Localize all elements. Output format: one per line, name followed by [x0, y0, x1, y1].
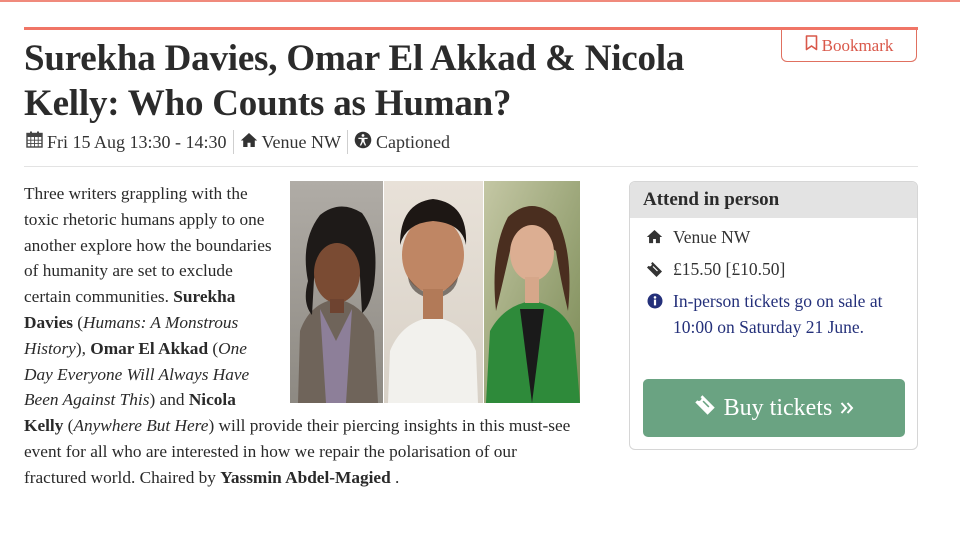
event-venue-text: Venue NW — [261, 131, 341, 152]
speaker-name: Omar El Akkad — [90, 338, 209, 358]
attend-heading: Attend in person — [630, 182, 917, 218]
ticket-icon — [646, 259, 663, 278]
event-title: Surekha Davies, Omar El Akkad & Nicola K… — [24, 38, 685, 124]
accessibility-icon — [354, 131, 372, 154]
home-icon — [240, 132, 258, 153]
bookmark-button[interactable]: Bookmark — [781, 30, 917, 62]
event-description: Three writers grappling with the toxic r… — [24, 181, 580, 491]
top-accent-line — [0, 0, 960, 2]
attend-panel: Attend in person Venue NW £15.50 [£10.50… — [629, 181, 918, 450]
bookmark-icon — [805, 35, 818, 56]
attend-price: £15.50 [£10.50] — [646, 259, 785, 280]
description-text: and — [159, 390, 185, 410]
event-meta: Fri 15 Aug 13:30 - 14:30 Venue NW Captio… — [26, 129, 456, 155]
attend-venue-text: Venue NW — [673, 227, 751, 247]
double-chevron-right-icon — [840, 395, 854, 422]
book-title: Anywhere But Here — [73, 416, 209, 436]
buy-tickets-label: Buy tickets — [723, 394, 833, 421]
sale-notice-text: In-person tickets go on sale at 10:00 on… — [673, 291, 883, 337]
event-date-text: Fri 15 Aug 13:30 - 14:30 — [47, 131, 227, 152]
home-icon — [646, 227, 663, 244]
attend-price-text: £15.50 [£10.50] — [673, 259, 786, 279]
buy-tickets-button[interactable]: Buy tickets — [643, 379, 905, 437]
event-venue: Venue NW — [234, 132, 347, 153]
event-access-text: Captioned — [376, 131, 450, 152]
attend-venue: Venue NW — [646, 227, 750, 248]
speakers-photo — [290, 181, 580, 403]
event-access: Captioned — [348, 131, 456, 154]
sale-notice: In-person tickets go on sale at 10:00 on… — [646, 288, 883, 340]
ticket-icon — [694, 394, 716, 423]
calendar-icon — [26, 131, 43, 153]
bookmark-label: Bookmark — [821, 35, 894, 55]
chair-name: Yassmin Abdel-Magied — [220, 467, 391, 487]
description-text: . — [395, 467, 400, 487]
info-icon — [646, 288, 663, 309]
event-date: Fri 15 Aug 13:30 - 14:30 — [26, 131, 233, 153]
divider — [24, 166, 918, 167]
